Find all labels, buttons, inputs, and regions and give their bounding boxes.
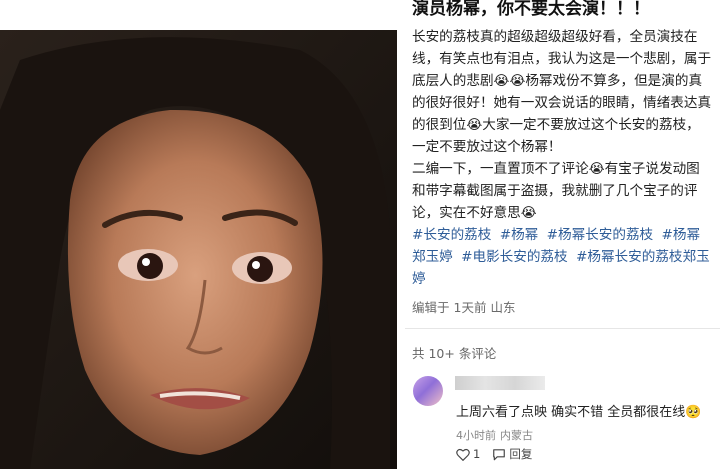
post-meta: 编辑于 1天前 山东 [412, 297, 519, 316]
like-button[interactable]: 1 [456, 447, 480, 461]
comment-time: 4小时前 [456, 429, 496, 442]
reply-label: 回复 [509, 447, 533, 461]
hashtag-link[interactable]: #杨幂长安的荔枝 [547, 227, 654, 243]
commenter-name-blurred[interactable] [455, 376, 545, 390]
post-paragraph: 二编一下，一直置顶不了评论😭有宝子说发动图和带字幕截图属于盗摄，我就删了几个宝子… [412, 161, 700, 221]
hashtag-link[interactable]: #长安的荔枝 [412, 227, 491, 243]
heart-icon [456, 448, 470, 461]
commenter-avatar[interactable] [413, 376, 443, 406]
portrait-illustration [0, 30, 397, 469]
reply-icon [493, 448, 506, 460]
reply-button[interactable]: 回复 [492, 446, 532, 462]
post-paragraph: 长安的荔枝真的超级超级超级好看，全员演技在线，有笑点也有泪点，我认为这是一个悲剧… [412, 29, 712, 155]
comment-location: 内蒙古 [500, 429, 533, 442]
like-count: 1 [473, 447, 481, 461]
post-body: 长安的荔枝真的超级超级超级好看，全员演技在线，有笑点也有泪点，我认为这是一个悲剧… [412, 26, 712, 224]
post-location: 山东 [490, 300, 516, 315]
comment-meta: 4小时前 内蒙古 [456, 427, 537, 443]
divider [405, 328, 720, 329]
hashtag-link[interactable]: #杨幂 [500, 227, 539, 243]
tag-list: #长安的荔枝 #杨幂 #杨幂长安的荔枝 #杨幂郑玉婷 #电影长安的荔枝 #杨幂长… [412, 224, 712, 290]
comment-actions: 1 回复 [456, 446, 544, 462]
post-title: 演员杨幂，你不要太会演！！！ [412, 0, 650, 19]
post-time: 1天前 [453, 300, 487, 315]
comment-text: 上周六看了点映 确实不错 全员都很在线🥺 [456, 405, 702, 420]
edited-label: 编辑于 [412, 300, 450, 315]
comment-count: 共 10+ 条评论 [412, 346, 497, 361]
post-image[interactable] [0, 30, 397, 469]
hashtag-link[interactable]: #电影长安的荔枝 [461, 249, 568, 265]
